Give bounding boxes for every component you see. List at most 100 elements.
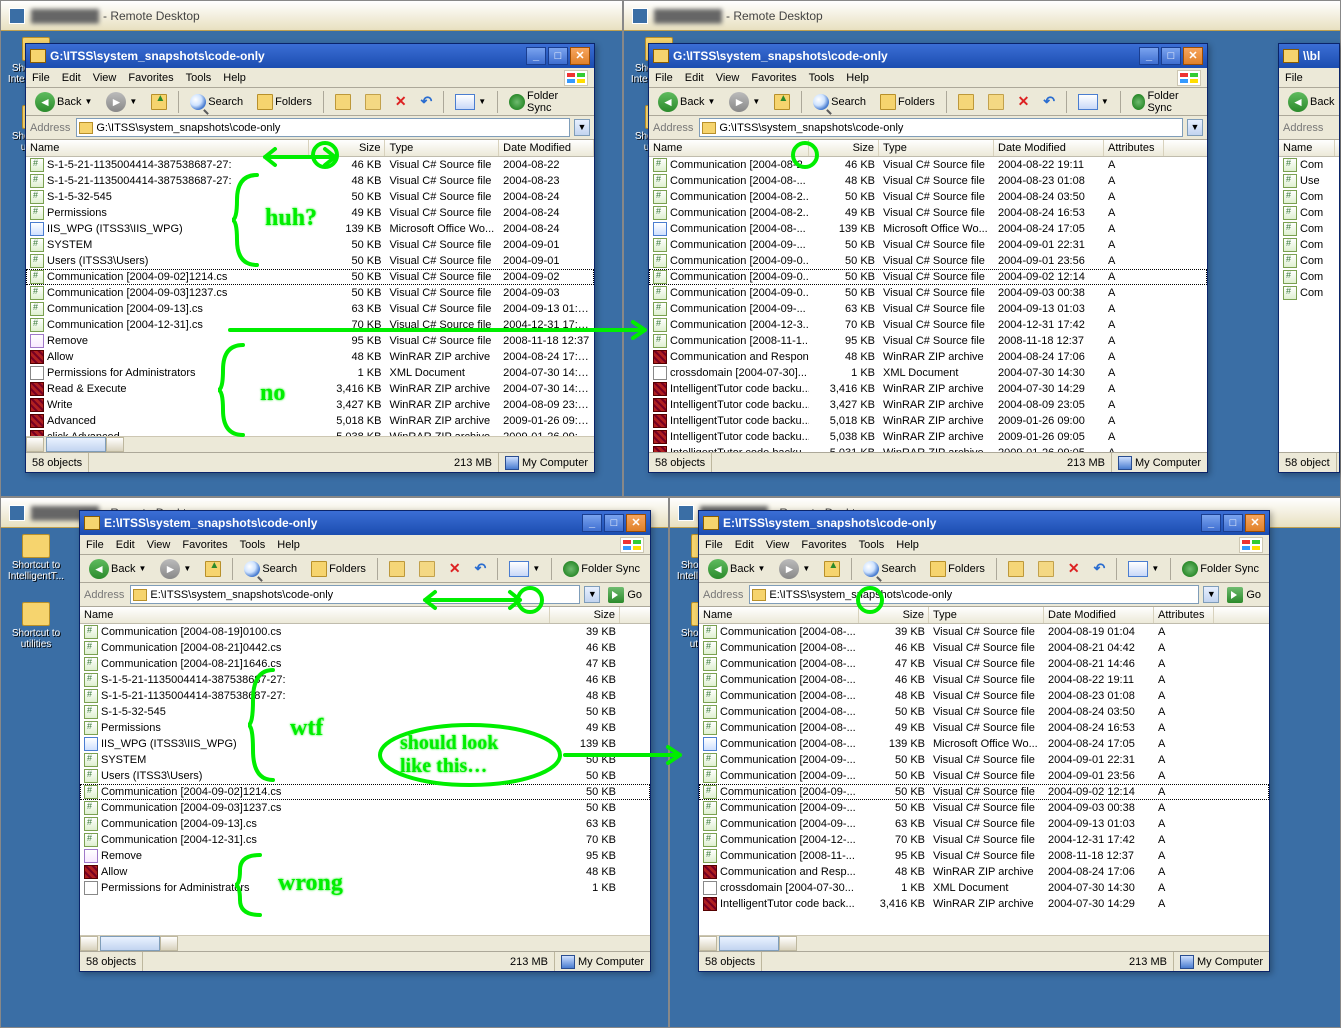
file-row[interactable]: Write 3,427 KB WinRAR ZIP archive 2004-0… <box>26 397 594 413</box>
file-row[interactable]: Read & Execute 3,416 KB WinRAR ZIP archi… <box>26 381 594 397</box>
menu-tools[interactable]: Tools <box>859 539 885 551</box>
delete-button[interactable]: ✕ <box>444 557 466 580</box>
file-row[interactable]: Communication [2004-09-... 50 KB Visual … <box>699 768 1269 784</box>
col-size[interactable]: Size <box>809 140 879 156</box>
menu-view[interactable]: View <box>766 539 790 551</box>
file-row[interactable]: Communication [2004-09-... 50 KB Visual … <box>699 784 1269 800</box>
folders-button[interactable]: Folders <box>306 558 371 580</box>
col-date-modified[interactable]: Date Modified <box>994 140 1104 156</box>
up-button[interactable]: ▲ <box>146 91 172 113</box>
file-row[interactable]: Communication [2004-08-... 46 KB Visual … <box>699 672 1269 688</box>
search-button[interactable]: Search <box>185 91 248 113</box>
file-row[interactable]: Communication [2004-09-13].cs 63 KB <box>80 816 650 832</box>
horizontal-scrollbar[interactable] <box>699 935 1269 951</box>
file-row[interactable]: Communication and Respon... 48 KB WinRAR… <box>649 349 1207 365</box>
undo-button[interactable]: ↶ <box>1089 557 1111 580</box>
menu-file[interactable]: File <box>86 539 104 551</box>
file-row[interactable]: Communication [2004-08-21]1646.cs 47 KB <box>80 656 650 672</box>
delete-button[interactable]: ✕ <box>390 90 412 113</box>
col-size[interactable]: Size <box>309 140 385 156</box>
close-button[interactable]: ✕ <box>1245 514 1265 532</box>
delete-button[interactable]: ✕ <box>1063 557 1085 580</box>
col-date-modified[interactable]: Date Modified <box>1044 607 1154 623</box>
file-row[interactable]: IntelligentTutor code backu... 5,031 KB … <box>649 445 1207 452</box>
forward-button[interactable]: ►▼ <box>774 556 815 582</box>
col-attributes[interactable]: Attributes <box>1154 607 1214 623</box>
file-row[interactable]: crossdomain [2004-07-30... 1 KB XML Docu… <box>699 880 1269 896</box>
address-field[interactable]: G:\ITSS\system_snapshots\code-only <box>699 118 1183 137</box>
go-button[interactable]: Go <box>1223 585 1265 604</box>
file-row[interactable]: Communication [2008-11-1... 95 KB Visual… <box>649 333 1207 349</box>
up-button[interactable]: ▲ <box>819 558 845 580</box>
copyto-button[interactable] <box>414 558 440 580</box>
menu-favorites[interactable]: Favorites <box>801 539 846 551</box>
file-row[interactable]: Communication [2004-09-02]1214.cs 50 KB … <box>26 269 594 285</box>
undo-button[interactable]: ↶ <box>1038 90 1060 113</box>
views-button[interactable]: ▼ <box>504 558 545 580</box>
file-row[interactable]: S-1-5-21-1135004414-387538687-27: 46 KB … <box>26 157 594 173</box>
desktop-shortcut[interactable]: Shortcut to IntelligentT... <box>5 534 67 582</box>
col-date-modified[interactable]: Date Modified <box>499 140 594 156</box>
menu-help[interactable]: Help <box>223 72 246 84</box>
col-name[interactable]: Name <box>649 140 809 156</box>
file-row[interactable]: Remove 95 KB Visual C# Source file 2008-… <box>26 333 594 349</box>
menu-view[interactable]: View <box>716 72 740 84</box>
maximize-button[interactable]: □ <box>1161 47 1181 65</box>
search-button[interactable]: Search <box>858 558 921 580</box>
menu-file[interactable]: File <box>32 72 50 84</box>
menu-edit[interactable]: Edit <box>62 72 81 84</box>
folder-sync-button[interactable]: Folder Sync <box>558 558 645 580</box>
file-row[interactable]: Communication [2004-08-21]0442.cs 46 KB <box>80 640 650 656</box>
file-row[interactable]: IntelligentTutor code back... 3,416 KB W… <box>699 896 1269 912</box>
menu-view[interactable]: View <box>147 539 171 551</box>
file-row[interactable]: IntelligentTutor code backu... 5,018 KB … <box>649 413 1207 429</box>
file-row[interactable]: Communication [2004-09-... 63 KB Visual … <box>649 301 1207 317</box>
file-row[interactable]: Communication [2004-09-... 63 KB Visual … <box>699 816 1269 832</box>
undo-button[interactable]: ↶ <box>470 557 492 580</box>
file-row[interactable]: Communication [2004-09-0... 50 KB Visual… <box>649 269 1207 285</box>
file-row[interactable]: IIS_WPG (ITSS3\IIS_WPG) 139 KB <box>80 736 650 752</box>
file-row[interactable]: Permissions for Administrators 1 KB <box>80 880 650 896</box>
file-row[interactable]: S-1-5-21-1135004414-387538687-27: 46 KB <box>80 672 650 688</box>
moveto-button[interactable] <box>1003 558 1029 580</box>
file-row[interactable]: Communication [2004-08-2... 49 KB Visual… <box>649 205 1207 221</box>
folder-sync-button[interactable]: Folder Sync <box>504 87 590 117</box>
file-row[interactable]: S-1-5-21-1135004414-387538687-27: 48 KB … <box>26 173 594 189</box>
search-button[interactable]: Search <box>808 91 871 113</box>
folder-sync-button[interactable]: Folder Sync <box>1127 87 1203 117</box>
moveto-button[interactable] <box>330 91 356 113</box>
horizontal-scrollbar[interactable] <box>80 935 650 951</box>
file-list[interactable]: Communication [2004-08-2... 46 KB Visual… <box>649 157 1207 452</box>
file-row[interactable]: Communication [2004-08-19]0100.cs 39 KB <box>80 624 650 640</box>
address-field[interactable]: E:\ITSS\system_snapshots\code-only <box>130 585 580 604</box>
desktop-shortcut[interactable]: Shortcut to utilities <box>5 602 67 650</box>
up-button[interactable]: ▲ <box>769 91 795 113</box>
folder-sync-button[interactable]: Folder Sync <box>1177 558 1264 580</box>
file-row[interactable]: Allow 48 KB WinRAR ZIP archive 2004-08-2… <box>26 349 594 365</box>
file-row[interactable]: Communication and Resp... 48 KB WinRAR Z… <box>699 864 1269 880</box>
col-name[interactable]: Name <box>80 607 550 623</box>
menu-favorites[interactable]: Favorites <box>182 539 227 551</box>
col-name[interactable]: Name <box>26 140 309 156</box>
file-row[interactable]: Communication [2004-09-... 50 KB Visual … <box>649 237 1207 253</box>
forward-button[interactable]: ►▼ <box>724 89 765 115</box>
back-button[interactable]: ◄Back▼ <box>30 89 97 115</box>
file-row[interactable]: Communication [2004-08-... 47 KB Visual … <box>699 656 1269 672</box>
menu-edit[interactable]: Edit <box>116 539 135 551</box>
file-row[interactable]: Advanced 5,018 KB WinRAR ZIP archive 200… <box>26 413 594 429</box>
file-row[interactable]: Users (ITSS3\Users) 50 KB Visual C# Sour… <box>26 253 594 269</box>
file-row[interactable]: Permissions 49 KB Visual C# Source file … <box>26 205 594 221</box>
file-list[interactable]: Communication [2004-08-19]0100.cs 39 KB … <box>80 624 650 935</box>
views-button[interactable]: ▼ <box>450 91 491 113</box>
minimize-button[interactable]: _ <box>1139 47 1159 65</box>
menu-help[interactable]: Help <box>846 72 869 84</box>
file-row[interactable]: SYSTEM 50 KB <box>80 752 650 768</box>
address-field[interactable]: G:\ITSS\system_snapshots\code-only <box>76 118 570 137</box>
file-row[interactable]: Communication [2004-09-13].cs 63 KB Visu… <box>26 301 594 317</box>
moveto-button[interactable] <box>384 558 410 580</box>
back-button[interactable]: ◄Back▼ <box>84 556 151 582</box>
file-row[interactable]: Allow 48 KB <box>80 864 650 880</box>
menu-view[interactable]: View <box>93 72 117 84</box>
menu-help[interactable]: Help <box>277 539 300 551</box>
file-row[interactable]: Communication [2004-08-... 50 KB Visual … <box>699 704 1269 720</box>
